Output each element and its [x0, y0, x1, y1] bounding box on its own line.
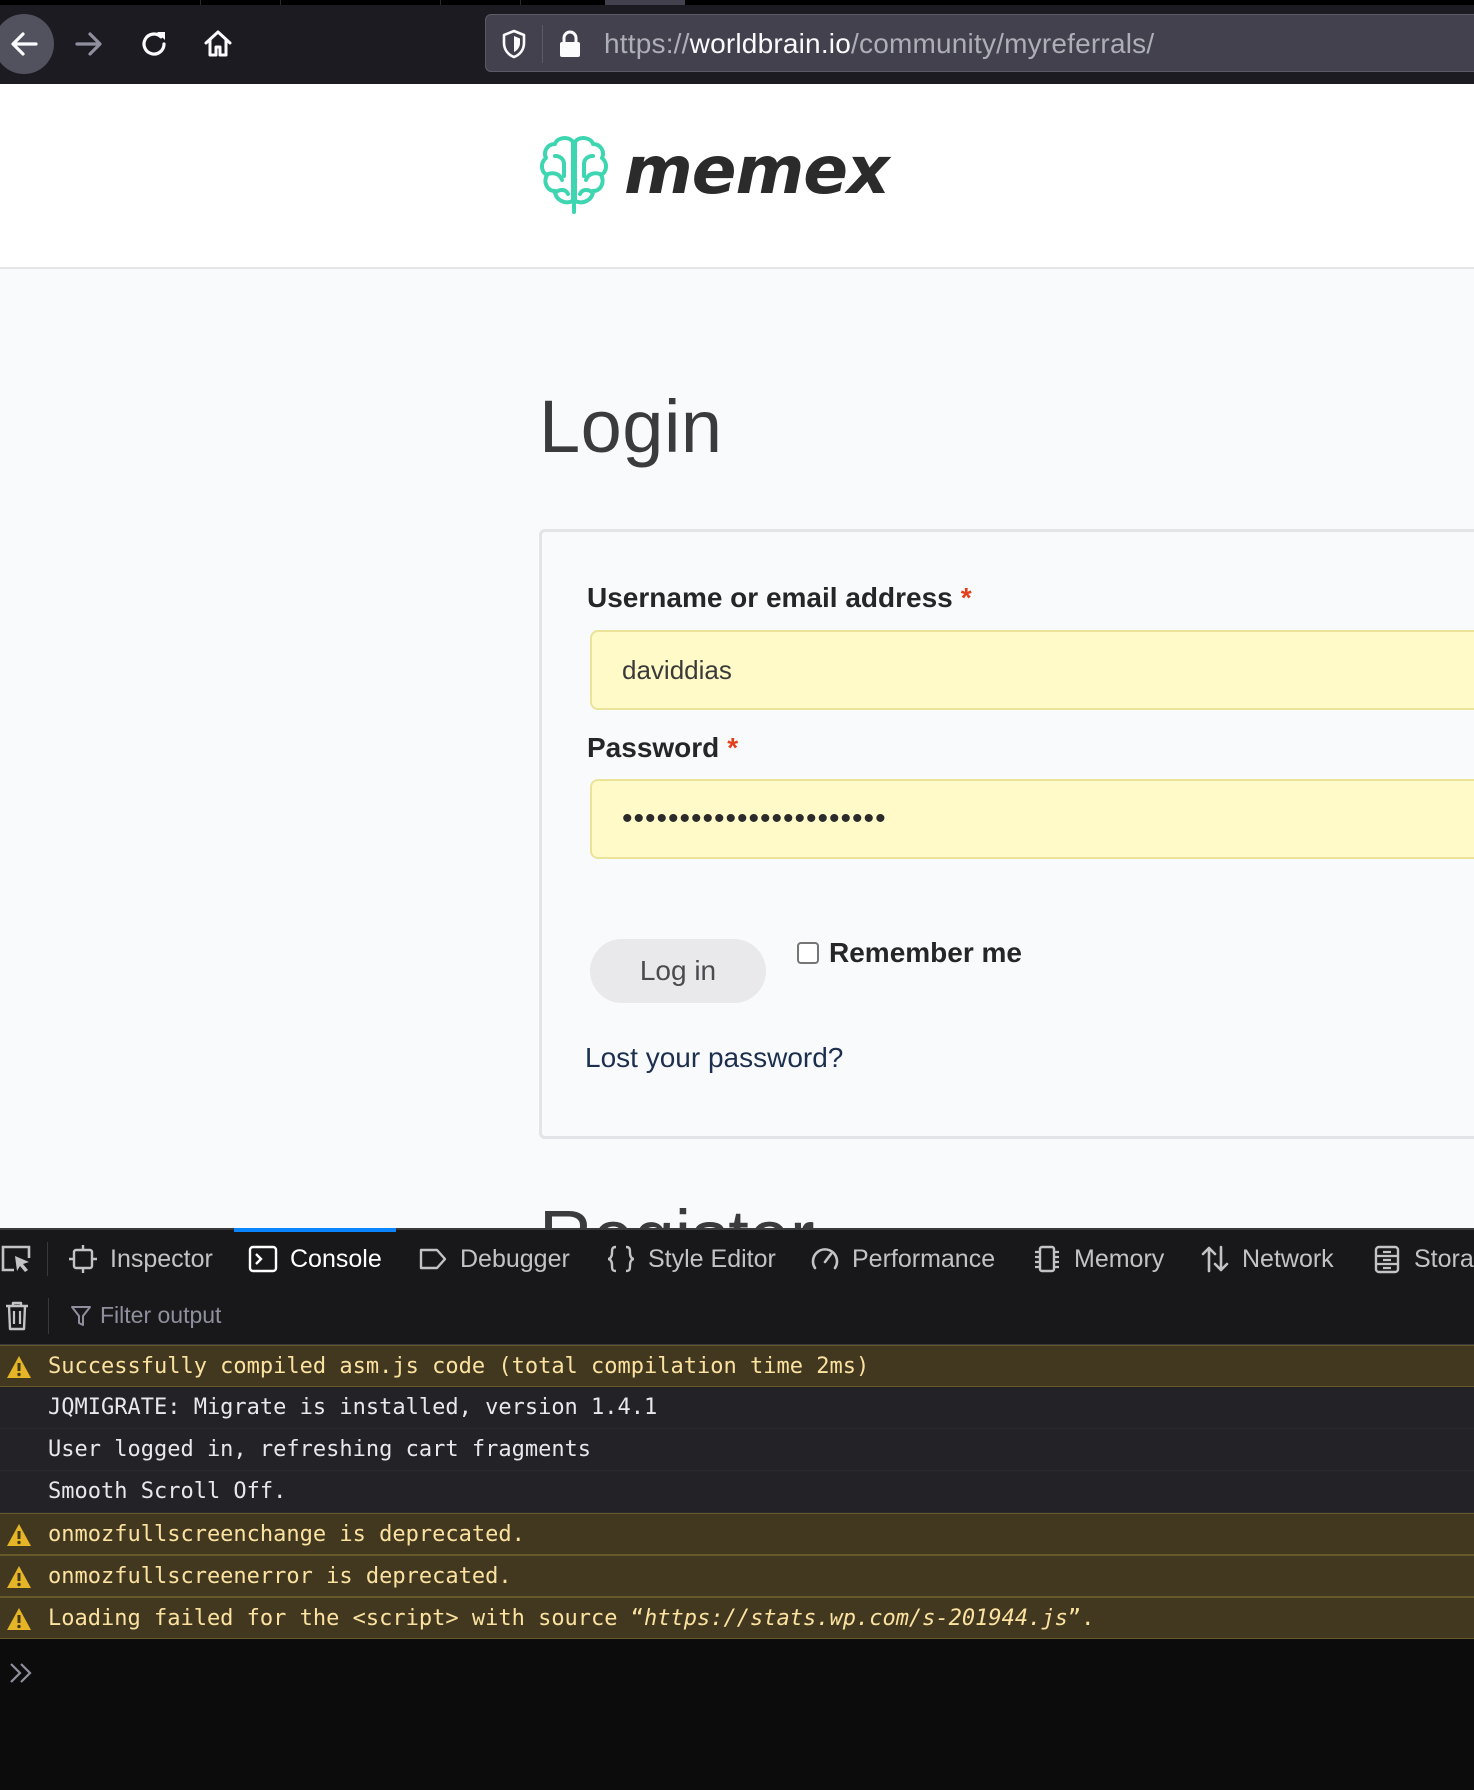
- warning-icon: [7, 1566, 31, 1588]
- console-message-warning: Loading failed for the <script> with sou…: [0, 1597, 1474, 1639]
- url-bar[interactable]: https://worldbrain.io/community/myreferr…: [485, 14, 1474, 72]
- required-mark: *: [960, 582, 972, 613]
- forward-button[interactable]: [59, 14, 119, 74]
- tab-console[interactable]: Console: [234, 1228, 396, 1288]
- site-header: memex: [0, 84, 1474, 269]
- tab-performance[interactable]: Performance: [810, 1230, 995, 1288]
- tab-label: Style Editor: [648, 1244, 776, 1273]
- storage-icon: [1374, 1245, 1400, 1274]
- tab-label: Stora: [1414, 1244, 1474, 1273]
- password-label: Password *: [587, 732, 739, 763]
- active-tab[interactable]: [605, 0, 685, 5]
- tab-label: Memory: [1074, 1244, 1165, 1273]
- warning-icon: [7, 1524, 31, 1546]
- lock-icon[interactable]: [556, 28, 584, 60]
- inspector-icon: [69, 1245, 97, 1273]
- trash-icon[interactable]: [4, 1300, 30, 1332]
- tab-memory[interactable]: Memory: [1032, 1230, 1164, 1288]
- register-heading: Register: [539, 1194, 815, 1228]
- password-input[interactable]: •••••••••••••••••••••••: [590, 779, 1474, 859]
- arrow-right-icon: [75, 32, 102, 56]
- url-text[interactable]: https://worldbrain.io/community/myreferr…: [604, 28, 1154, 60]
- reload-button[interactable]: [124, 14, 184, 74]
- browser-toolbar: https://worldbrain.io/community/myreferr…: [0, 0, 1474, 84]
- tab-debugger[interactable]: Debugger: [418, 1230, 570, 1288]
- console-message-warning: onmozfullscreenerror is deprecated.: [0, 1555, 1474, 1597]
- gauge-icon: [811, 1248, 839, 1270]
- network-arrows-icon: [1201, 1245, 1229, 1273]
- warning-icon: [7, 1608, 31, 1630]
- filter-icon: [71, 1306, 91, 1326]
- console-filter-bar: Filter output: [0, 1288, 1474, 1345]
- console-message: Smooth Scroll Off.: [0, 1471, 1474, 1513]
- devtools-panel: Inspector Console Debugger Style Editor …: [0, 1228, 1474, 1790]
- tab-style-editor[interactable]: Style Editor: [606, 1230, 776, 1288]
- username-input[interactable]: daviddias: [590, 630, 1474, 710]
- required-mark: *: [727, 732, 739, 763]
- tab-label: Network: [1242, 1244, 1334, 1273]
- reload-icon: [142, 32, 166, 56]
- tab-label: Console: [290, 1244, 382, 1273]
- page-title: Login: [539, 385, 723, 468]
- tab-inspector[interactable]: Inspector: [68, 1230, 213, 1288]
- page-content: memex Login Username or email address * d…: [0, 84, 1474, 1228]
- remember-me[interactable]: Remember me: [797, 937, 1022, 969]
- arrow-left-icon: [11, 32, 38, 56]
- filter-output-input[interactable]: Filter output: [100, 1302, 221, 1329]
- console-message: User logged in, refreshing cart fragment…: [0, 1429, 1474, 1471]
- braces-icon: [607, 1245, 635, 1273]
- brain-logo-icon[interactable]: [538, 134, 610, 216]
- tracking-protection-shield-icon[interactable]: [500, 28, 528, 60]
- tab-storage[interactable]: Stora: [1372, 1230, 1474, 1288]
- lost-password-link[interactable]: Lost your password?: [585, 1042, 843, 1074]
- tab-label: Debugger: [460, 1244, 570, 1273]
- memory-chip-icon: [1035, 1245, 1059, 1273]
- console-message-warning: onmozfullscreenchange is deprecated.: [0, 1513, 1474, 1555]
- element-picker-icon[interactable]: [0, 1244, 34, 1274]
- remember-me-checkbox[interactable]: [797, 942, 819, 964]
- console-output: Successfully compiled asm.js code (total…: [0, 1345, 1474, 1639]
- login-form: Username or email address * daviddias Pas…: [539, 529, 1474, 1139]
- remember-me-label: Remember me: [829, 937, 1022, 968]
- tab-label: Inspector: [110, 1244, 213, 1273]
- source-url-link[interactable]: https://stats.wp.com/s-201944.js: [644, 1606, 1068, 1631]
- back-button[interactable]: [0, 14, 54, 74]
- console-message-warning: Successfully compiled asm.js code (total…: [0, 1345, 1474, 1387]
- tab-strip: [0, 0, 1474, 5]
- home-button[interactable]: [188, 14, 248, 74]
- console-prompt-icon[interactable]: [8, 1660, 34, 1686]
- username-label: Username or email address *: [587, 582, 972, 613]
- site-logo-text[interactable]: memex: [624, 132, 890, 209]
- tab-network[interactable]: Network: [1200, 1230, 1334, 1288]
- tab-label: Performance: [852, 1244, 996, 1273]
- debugger-icon: [419, 1248, 447, 1270]
- login-button[interactable]: Log in: [590, 939, 766, 1003]
- home-icon: [204, 30, 232, 57]
- devtools-toolbar: Inspector Console Debugger Style Editor …: [0, 1228, 1474, 1289]
- console-icon: [248, 1245, 278, 1273]
- console-message: JQMIGRATE: Migrate is installed, version…: [0, 1387, 1474, 1429]
- warning-icon: [7, 1356, 31, 1378]
